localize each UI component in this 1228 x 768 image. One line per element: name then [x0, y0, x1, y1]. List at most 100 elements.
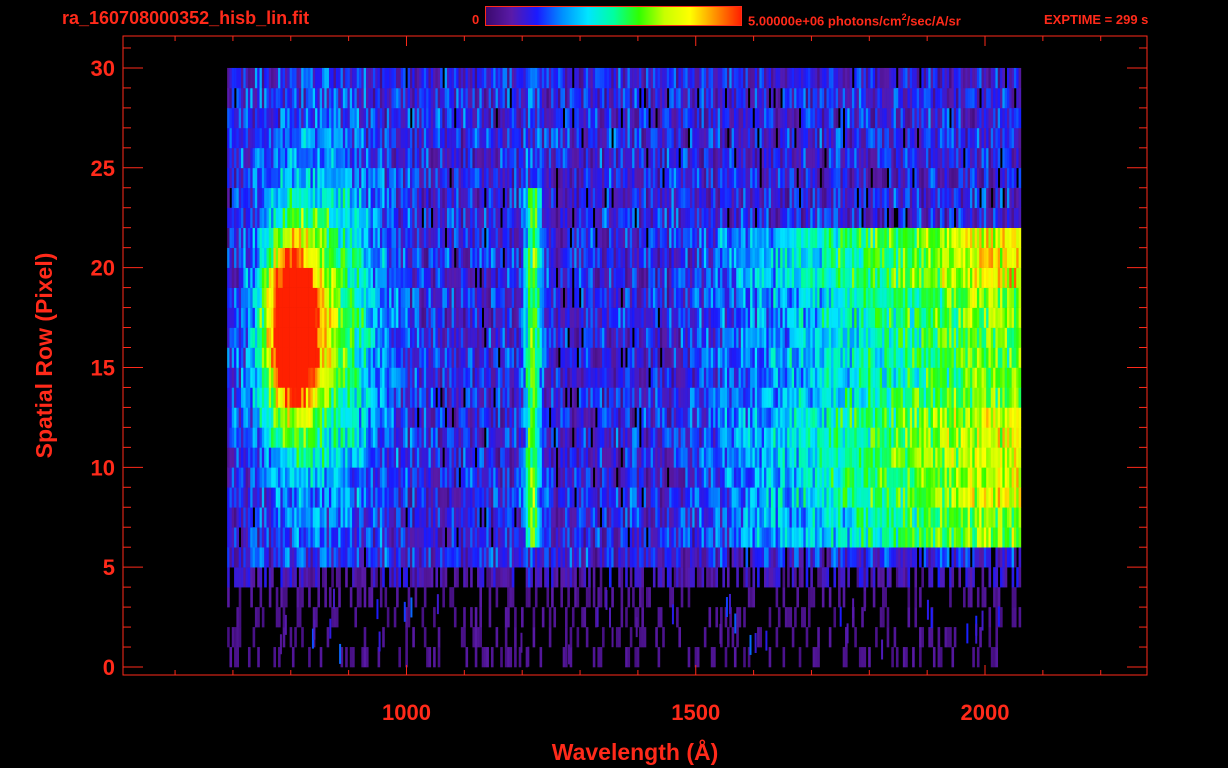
heatmap-cell — [743, 467, 746, 488]
heatmap-cell — [921, 567, 924, 588]
heatmap-cell — [548, 307, 552, 328]
heatmap-cell — [305, 507, 309, 528]
heatmap-cell — [521, 547, 524, 568]
heatmap-cell — [1009, 527, 1012, 548]
heatmap-cell — [597, 527, 601, 548]
heatmap-cell — [257, 387, 260, 408]
heatmap-cell — [423, 347, 427, 368]
heatmap-cell — [986, 467, 989, 488]
heatmap-cell — [477, 407, 480, 428]
heatmap-cell — [437, 367, 441, 388]
heatmap-cell — [849, 347, 853, 368]
heatmap-cell — [773, 487, 776, 508]
heatmap-cell — [696, 367, 700, 388]
heatmap-cell — [530, 387, 533, 408]
heatmap-cell — [634, 307, 638, 328]
heatmap-cell — [759, 327, 762, 348]
heatmap-cell — [284, 327, 288, 348]
heatmap-cell — [289, 287, 293, 308]
heatmap-cell — [750, 427, 753, 448]
heatmap-cell — [488, 427, 492, 448]
heatmap-cell — [882, 487, 885, 508]
heatmap-cell — [687, 567, 691, 588]
heatmap-cell — [514, 347, 517, 368]
heatmap-cell — [872, 427, 876, 448]
heatmap-cell — [796, 407, 800, 428]
heatmap-cell — [676, 327, 679, 348]
heatmap-cell — [736, 447, 739, 468]
heatmap-cell — [453, 467, 457, 488]
heatmap-cell — [694, 387, 698, 408]
heatmap-cell — [798, 507, 802, 528]
heatmap-cell — [928, 547, 931, 568]
heatmap-cell — [717, 547, 721, 568]
heatmap-cell — [634, 387, 638, 408]
heatmap-cell — [891, 367, 894, 388]
heatmap-cell — [467, 507, 471, 528]
heatmap-cell — [726, 427, 730, 448]
heatmap-cell — [368, 507, 371, 528]
heatmap-cell — [615, 327, 619, 348]
heatmap-cell — [821, 487, 825, 508]
heatmap-cell — [576, 507, 580, 528]
heatmap-cell — [511, 587, 515, 608]
heatmap-cell — [271, 487, 274, 508]
heatmap-cell — [488, 547, 492, 568]
heatmap-cell — [375, 307, 378, 328]
heatmap-cell — [305, 347, 309, 368]
heatmap-cell — [988, 307, 992, 328]
heatmap-cell — [868, 467, 871, 488]
heatmap-cell — [379, 427, 383, 448]
heatmap-cell — [268, 347, 272, 368]
heatmap-cell — [949, 307, 952, 328]
heatmap-cell — [715, 327, 719, 348]
heatmap-cell — [759, 307, 762, 328]
heatmap-cell — [969, 507, 973, 528]
heatmap-cell — [229, 307, 233, 328]
heatmap-cell — [308, 467, 311, 488]
heatmap-cell — [308, 507, 311, 528]
heatmap-cell — [736, 527, 739, 548]
heatmap-cell — [375, 407, 378, 428]
heatmap-cell — [472, 507, 476, 528]
heatmap-cell — [803, 467, 806, 488]
heatmap-cell — [845, 447, 848, 468]
heatmap-cell — [835, 427, 839, 448]
heatmap-cell — [245, 527, 249, 548]
heatmap-cell — [268, 567, 272, 588]
heatmap-cell — [298, 447, 302, 468]
heatmap-cell — [886, 627, 890, 648]
heatmap-cell — [305, 567, 309, 588]
heatmap-cell — [963, 587, 966, 608]
heatmap-cell — [301, 367, 304, 388]
heatmap-cell — [620, 607, 624, 628]
heatmap-cell — [865, 327, 869, 348]
heatmap-cell — [238, 587, 242, 608]
heatmap-cell — [599, 307, 603, 328]
heatmap-cell — [872, 507, 876, 528]
heatmap-cell — [882, 467, 885, 488]
heatmap-cell — [382, 467, 385, 488]
heatmap-cell — [368, 427, 371, 448]
heatmap-cell — [967, 387, 971, 408]
heatmap-cell — [574, 547, 577, 568]
heatmap-cell — [377, 327, 381, 348]
heatmap-cell — [375, 507, 378, 528]
heatmap-cell — [988, 467, 992, 488]
heatmap-cell — [720, 527, 723, 548]
heatmap-cell — [713, 547, 716, 568]
heatmap-cell — [1007, 447, 1010, 468]
heatmap-cell — [611, 407, 614, 428]
heatmap-cell — [386, 307, 390, 328]
heatmap-cell — [615, 507, 619, 528]
heatmap-cell — [643, 527, 647, 548]
heatmap-cell — [548, 527, 552, 548]
heatmap-cell — [620, 427, 624, 448]
heatmap-cell — [259, 387, 263, 408]
heatmap-cell — [629, 327, 633, 348]
heatmap-cell — [284, 467, 288, 488]
heatmap-cell — [435, 447, 439, 468]
heatmap-cell — [935, 367, 938, 388]
heatmap-cell — [1016, 427, 1019, 448]
heatmap-cell — [280, 527, 283, 548]
